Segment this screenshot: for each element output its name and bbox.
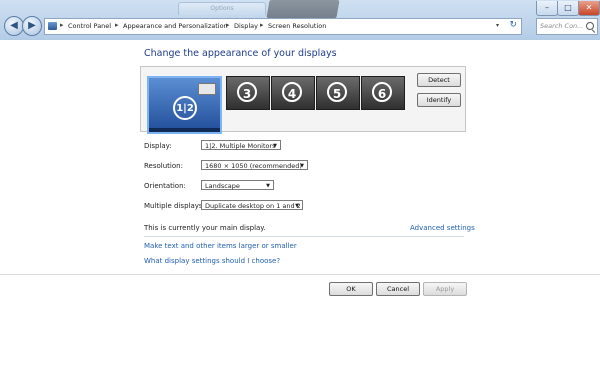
main-display-status: This is currently your main display. [144, 224, 266, 232]
window-chrome: Options – □ ✕ ◀ ▶ ▸ Control Panel ▸ Appe… [0, 0, 600, 40]
monitor-5[interactable]: 5 [316, 76, 360, 110]
divider [144, 236, 464, 237]
breadcrumb-control-panel[interactable]: Control Panel [68, 22, 111, 30]
breadcrumb-display[interactable]: Display [234, 22, 258, 30]
detect-button[interactable]: Detect [417, 73, 461, 87]
monitor-number: 3 [237, 82, 257, 102]
multiple-displays-value: Duplicate desktop on 1 and 2 [205, 202, 301, 210]
minimize-button[interactable]: – [536, 1, 558, 16]
multiple-displays-select[interactable]: Duplicate desktop on 1 and 2 ▼ [201, 200, 303, 210]
back-button[interactable]: ◀ [4, 16, 24, 36]
monitor-6[interactable]: 6 [361, 76, 405, 110]
multiple-displays-label: Multiple displays: [144, 202, 205, 210]
monitor-3[interactable]: 3 [226, 76, 270, 110]
breadcrumb-separator[interactable]: ▸ [226, 21, 230, 29]
breadcrumb-screen-resolution[interactable]: Screen Resolution [268, 22, 326, 30]
display-value: 1|2. Multiple Monitors [205, 142, 276, 150]
advanced-settings-link[interactable]: Advanced settings [410, 224, 475, 232]
control-panel-icon [48, 22, 57, 30]
display-label: Display: [144, 142, 172, 150]
breadcrumb-appearance[interactable]: Appearance and Personalization [123, 22, 228, 30]
display-arrangement-panel: 1|2 3 4 5 6 Detect Identify [140, 66, 466, 134]
monitor-number: 4 [282, 82, 302, 102]
address-bar[interactable]: ▸ Control Panel ▸ Appearance and Persona… [44, 18, 522, 35]
cancel-button[interactable]: Cancel [376, 282, 420, 296]
display-select[interactable]: 1|2. Multiple Monitors ▼ [201, 140, 281, 150]
identify-button[interactable]: Identify [417, 93, 461, 107]
text-size-link[interactable]: Make text and other items larger or smal… [144, 242, 297, 250]
monitor-number: 5 [327, 82, 347, 102]
search-icon[interactable] [586, 22, 594, 30]
chevron-down-icon: ▼ [295, 203, 299, 209]
footer-divider [0, 274, 600, 275]
resolution-value: 1680 × 1050 (recommended) [205, 162, 302, 170]
orientation-label: Orientation: [144, 182, 186, 190]
breadcrumb-separator[interactable]: ▸ [260, 21, 264, 29]
window-thumbnail-icon [198, 83, 216, 95]
resolution-label: Resolution: [144, 162, 183, 170]
maximize-button[interactable]: □ [557, 1, 579, 16]
address-dropdown-icon[interactable]: ▾ [496, 22, 499, 29]
monitor-number: 6 [372, 82, 392, 102]
breadcrumb-separator[interactable]: ▸ [115, 21, 119, 29]
chevron-down-icon: ▼ [273, 143, 277, 149]
display-settings-help-link[interactable]: What display settings should I choose? [144, 257, 280, 265]
breadcrumb-separator[interactable]: ▸ [60, 21, 64, 29]
search-box[interactable]: Search Con... [536, 18, 598, 35]
ok-button[interactable]: OK [329, 282, 373, 296]
monitor-main[interactable]: 1|2 [147, 76, 222, 134]
close-button[interactable]: ✕ [578, 1, 600, 16]
chevron-down-icon: ▼ [300, 163, 304, 169]
refresh-icon[interactable]: ↻ [509, 20, 517, 30]
taskbar-thumbnail [149, 128, 220, 132]
monitor-number: 1|2 [173, 96, 197, 120]
monitor-4[interactable]: 4 [271, 76, 315, 110]
ati-logo [266, 0, 340, 18]
page-title: Change the appearance of your displays [144, 48, 337, 59]
content-area: Change the appearance of your displays 1… [0, 40, 600, 375]
background-window-tab: Options [178, 2, 266, 15]
resolution-select[interactable]: 1680 × 1050 (recommended) ▼ [201, 160, 308, 170]
orientation-value: Landscape [205, 182, 240, 190]
search-placeholder: Search Con... [540, 22, 584, 30]
apply-button[interactable]: Apply [423, 282, 467, 296]
forward-button[interactable]: ▶ [22, 16, 42, 36]
chevron-down-icon: ▼ [266, 183, 270, 189]
orientation-select[interactable]: Landscape ▼ [201, 180, 274, 190]
